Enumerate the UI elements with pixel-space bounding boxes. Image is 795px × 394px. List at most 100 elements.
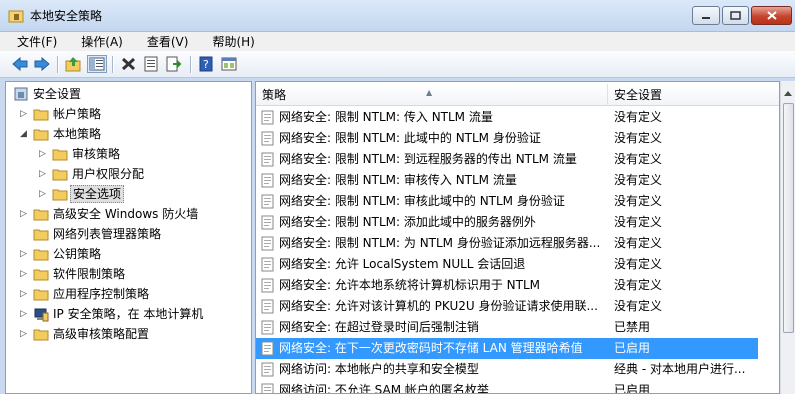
policy-setting: 经典 - 对本地用户进行... [614,362,746,376]
collapsed-arrow-icon[interactable]: ▷ [39,184,49,204]
collapsed-arrow-icon[interactable]: ▷ [20,104,30,124]
policy-setting: 没有定义 [614,257,663,271]
policy-item-icon [261,341,274,356]
up-folder-button[interactable] [63,55,83,73]
policy-setting: 已禁用 [614,320,651,334]
policy-name: 网络安全: 限制 NTLM: 传入 NTLM 流量 [279,110,493,124]
folder-icon [33,109,49,121]
collapsed-arrow-icon[interactable]: ▷ [20,284,30,304]
tree-item-label: 公钥策略 [53,247,102,261]
vertical-scrollbar[interactable] [780,81,795,394]
delete-icon [121,57,135,71]
tree-item-label: 安全设置 [33,87,82,101]
folder-open-icon [33,129,49,141]
back-button[interactable] [10,55,30,73]
list-row-selected[interactable]: 网络安全: 在下一次更改密码时不存储 LAN 管理器哈希值 已启用 [256,338,758,359]
show-tree-button[interactable] [87,55,107,73]
properties-button[interactable] [141,55,161,73]
policy-name: 网络安全: 限制 NTLM: 此域中的 NTLM 身份验证 [279,131,541,145]
list-row[interactable]: 网络安全: 限制 NTLM: 此域中的 NTLM 身份验证 没有定义 [256,128,779,149]
list-row[interactable]: 网络安全: 限制 NTLM: 传入 NTLM 流量 没有定义 [256,107,779,128]
delete-button[interactable] [118,55,138,73]
policy-name: 网络安全: 在超过登录时间后强制注销 [279,320,479,334]
policy-item-icon [261,383,274,393]
console-button[interactable] [219,55,239,73]
policy-setting: 没有定义 [614,236,663,250]
security-settings-icon [14,87,28,101]
list-row[interactable]: 网络安全: 限制 NTLM: 添加此域中的服务器例外 没有定义 [256,212,779,233]
policy-name: 网络安全: 允许本地系统将计算机标识用于 NTLM [279,278,541,292]
collapsed-arrow-icon[interactable]: ▷ [39,164,49,184]
policy-name: 网络安全: 允许 LocalSystem NULL 会话回退 [279,257,526,271]
menu-help[interactable]: 帮助(H) [197,33,263,51]
list-row[interactable]: 网络安全: 允许本地系统将计算机标识用于 NTLM 没有定义 [256,275,779,296]
list-row[interactable]: 网络安全: 在超过登录时间后强制注销 已禁用 [256,317,779,338]
collapsed-arrow-icon[interactable]: ▷ [20,304,30,324]
policy-list-pane: ▲ 策略 安全设置 网络安全: 限制 NTLM: 传入 NTLM 流量 没有定义… [255,81,780,394]
tree-item-label: 本地策略 [53,127,102,141]
column-header-policy[interactable]: ▲ 策略 [256,84,608,106]
svg-text:?: ? [203,58,209,71]
maximize-button[interactable] [722,6,749,25]
list-row[interactable]: 网络访问: 不允许 SAM 帐户的匿名枚举 已启用 [256,380,779,393]
collapsed-arrow-icon[interactable]: ▷ [20,264,30,284]
forward-button[interactable] [32,55,52,73]
close-button[interactable] [751,6,792,25]
list-row[interactable]: 网络安全: 允许 LocalSystem NULL 会话回退 没有定义 [256,254,779,275]
tree-item-label: 帐户策略 [53,107,102,121]
policy-item-icon [261,131,274,146]
security-policy-app-icon [8,10,24,23]
list-row[interactable]: 网络安全: 限制 NTLM: 为 NTLM 身份验证添加远程服务器... 没有定… [256,233,779,254]
toolbar-separator [57,56,58,73]
folder-icon [33,289,49,301]
toolbar-separator [112,56,113,73]
policy-item-icon [261,194,274,209]
export-button[interactable] [164,55,184,73]
policy-setting: 没有定义 [614,173,663,187]
policy-name: 网络安全: 在下一次更改密码时不存储 LAN 管理器哈希值 [279,341,583,355]
show-tree-icon [89,57,105,71]
column-header-label: 策略 [262,88,287,102]
policy-name: 网络安全: 限制 NTLM: 添加此域中的服务器例外 [279,215,536,229]
menu-file[interactable]: 文件(F) [0,33,66,51]
tree-item-label: IP 安全策略，在 本地计算机 [53,307,204,321]
list-row[interactable]: 网络访问: 本地帐户的共享和安全模型 经典 - 对本地用户进行... [256,359,779,380]
scroll-thumb[interactable] [783,103,794,333]
back-icon [12,57,28,71]
folder-icon [33,269,49,281]
folder-icon [33,329,49,341]
folder-icon [52,169,68,181]
list-row[interactable]: 网络安全: 限制 NTLM: 审核此域中的 NTLM 身份验证 没有定义 [256,191,779,212]
collapsed-arrow-icon[interactable]: ▷ [20,204,30,224]
scroll-up-icon[interactable] [781,85,795,101]
minimize-button[interactable] [692,6,720,25]
properties-icon [144,56,158,72]
list-row[interactable]: 网络安全: 限制 NTLM: 审核传入 NTLM 流量 没有定义 [256,170,779,191]
policy-setting: 没有定义 [614,278,663,292]
expanded-arrow-icon[interactable]: ◢ [20,124,30,144]
collapsed-arrow-icon[interactable]: ▷ [39,144,49,164]
policy-item-icon [261,215,274,230]
forward-icon [34,57,50,71]
tree-item-label: 用户权限分配 [72,167,145,181]
policy-item-icon [261,299,274,314]
collapsed-arrow-icon[interactable]: ▷ [20,324,30,344]
title-bar: 本地安全策略 [0,0,795,32]
tree-item-label: 审核策略 [72,147,121,161]
menu-action[interactable]: 操作(A) [66,33,132,51]
export-icon [166,56,182,72]
collapsed-arrow-icon[interactable]: ▷ [20,244,30,264]
menu-view[interactable]: 查看(V) [132,33,198,51]
tree-item-label: 安全选项 [70,185,125,203]
list-row[interactable]: 网络安全: 限制 NTLM: 到远程服务器的传出 NTLM 流量 没有定义 [256,149,779,170]
help-button[interactable]: ? [196,55,216,73]
policy-item-icon [261,236,274,251]
sort-ascending-icon: ▲ [426,88,433,97]
column-header-setting[interactable]: 安全设置 [608,84,779,106]
tree-item-label: 高级审核策略配置 [53,327,150,341]
list-row[interactable]: 网络安全: 允许对该计算机的 PKU2U 身份验证请求使用联... 没有定义 [256,296,779,317]
window-title: 本地安全策略 [30,9,103,23]
list-header: ▲ 策略 安全设置 [256,84,779,106]
policy-setting: 没有定义 [614,110,663,124]
minimize-icon [702,16,710,19]
